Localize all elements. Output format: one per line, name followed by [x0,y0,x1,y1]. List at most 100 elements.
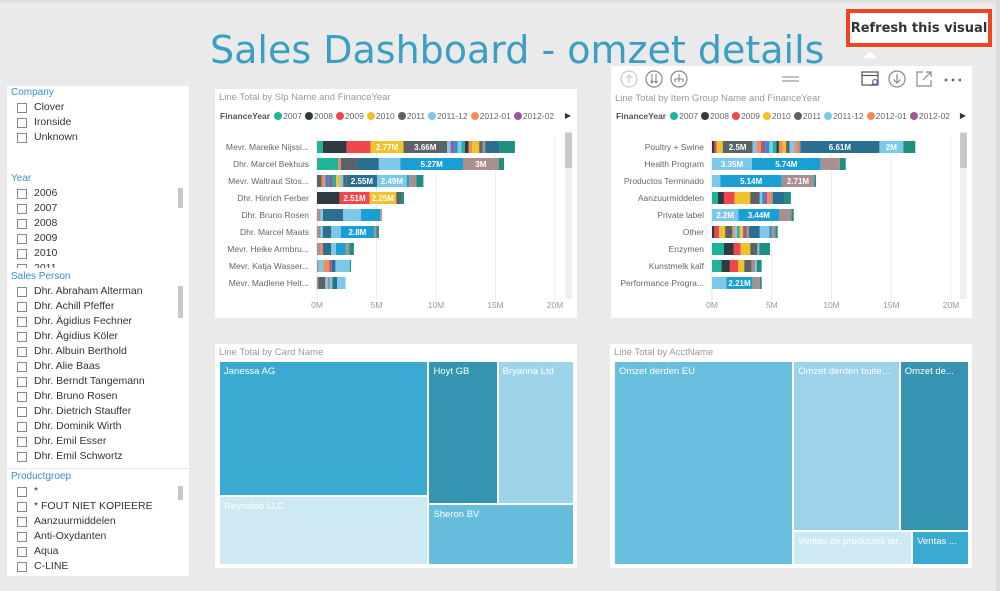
bar-segment[interactable] [749,226,760,238]
bar-segment[interactable] [332,175,337,187]
bar-segment[interactable] [374,226,377,238]
checkbox[interactable] [17,102,27,113]
bar-segment[interactable] [766,192,771,204]
bar-segment[interactable] [325,175,329,187]
checkbox[interactable] [17,376,27,387]
bar-segment[interactable] [317,175,322,187]
bar-segment[interactable] [343,209,362,221]
bar-segment[interactable] [770,192,773,204]
bar-segment[interactable] [776,141,779,153]
bar-segment[interactable] [772,192,785,204]
visual-acct-name-treemap[interactable]: Line Total by AcctName Omzet derden EU Om… [610,344,972,568]
slicer-item[interactable]: Dhr. Emil Schwortz [7,449,189,464]
bar-segment[interactable] [335,260,350,272]
refresh-visual-icon[interactable] [861,70,879,88]
bar-segment[interactable] [798,141,801,153]
checkbox[interactable] [17,516,27,527]
bar-segment[interactable] [317,277,319,289]
bar-segment[interactable] [771,226,776,238]
drill-mode-icon[interactable] [888,70,906,88]
bar-segment[interactable] [752,277,760,289]
bar-segment[interactable] [331,226,341,238]
bar-segment[interactable] [719,226,726,238]
checkbox[interactable] [17,188,27,199]
bar-segment[interactable] [740,243,751,255]
drill-up-icon[interactable] [620,70,638,88]
treemap-cell[interactable]: Sheron BV [428,503,574,565]
bar-segment[interactable] [327,277,331,289]
checkbox[interactable] [17,132,27,143]
bar-segment[interactable] [712,226,715,238]
checkbox[interactable] [17,263,27,268]
slicer-item[interactable]: Anti-Oxydanten [7,529,189,544]
bar-segment[interactable] [323,260,330,272]
chart-scrollbar-thumb[interactable] [960,133,967,168]
bar-segment[interactable] [380,209,382,221]
drill-down-all-icon[interactable] [645,70,663,88]
slicer-item[interactable]: 2010 [7,246,189,261]
bar-segment[interactable] [765,141,770,153]
slicer-item[interactable]: Dhr. Ägidius Fechner [7,314,189,329]
treemap-cell[interactable]: Hoyt GB [428,361,498,504]
treemap-cell[interactable]: Ventas ... [912,531,969,565]
checkbox[interactable] [17,331,27,342]
bar-segment[interactable] [406,175,410,187]
bar-segment[interactable] [378,158,401,170]
bar-segment[interactable] [361,209,381,221]
bar-segment[interactable] [717,192,724,204]
bar-segment[interactable] [317,209,321,221]
drag-handle-icon[interactable] [781,70,799,88]
bar-segment[interactable] [760,141,766,153]
checkbox[interactable] [17,346,27,357]
bar-segment[interactable] [723,192,735,204]
expand-hierarchy-icon[interactable] [670,70,688,88]
bar-segment[interactable] [752,141,757,153]
bar-segment[interactable] [349,243,354,255]
checkbox[interactable] [17,501,27,512]
bar-segment[interactable] [325,277,328,289]
bar-segment[interactable] [416,175,424,187]
bar-segment[interactable] [320,209,323,221]
treemap-cell[interactable]: Janessa AG [219,361,429,496]
bar-segment[interactable] [714,226,720,238]
bar-segment[interactable] [772,141,777,153]
bar-segment[interactable] [739,226,744,238]
bar-segment[interactable] [499,141,515,153]
bar-segment[interactable] [464,141,469,153]
bar-segment[interactable] [330,277,333,289]
bar-segment[interactable] [712,192,718,204]
checkbox[interactable] [17,561,27,572]
bar-segment[interactable] [409,175,417,187]
bar-segment[interactable] [712,243,724,255]
bar-segment[interactable] [762,192,765,204]
bar-segment[interactable] [318,277,326,289]
checkbox[interactable] [17,421,27,432]
bar-segment[interactable] [337,277,346,289]
bar-segment[interactable] [336,243,346,255]
bar-segment[interactable] [712,175,721,187]
slicer-item[interactable]: Dhr. Berndt Tangemann [7,374,189,389]
checkbox[interactable] [17,531,27,542]
slicer-item[interactable]: 2008 [7,216,189,231]
bar-segment[interactable] [784,192,791,204]
bar-segment[interactable] [759,243,770,255]
bar-segment[interactable] [751,260,756,272]
slicer-item[interactable]: Clover [7,100,189,115]
bar-segment[interactable] [712,141,715,153]
bar-segment[interactable] [738,260,745,272]
checkbox[interactable] [17,406,27,417]
checkbox[interactable] [17,361,27,372]
checkbox[interactable] [17,436,27,447]
bar-segment[interactable] [757,243,760,255]
treemap-cell[interactable]: Ventas de productos ter... [793,531,913,565]
chart-scrollbar[interactable] [960,131,967,299]
bar-segment[interactable] [479,141,483,153]
treemap-cell[interactable]: Reynaldo LLC [219,495,429,565]
bar-segment[interactable] [839,158,846,170]
bar-segment[interactable] [447,141,451,153]
bar-segment[interactable] [734,226,738,238]
bar-segment[interactable] [712,277,727,289]
bar-segment[interactable] [769,141,773,153]
bar-segment[interactable] [820,158,840,170]
bar-segment[interactable] [732,226,735,238]
